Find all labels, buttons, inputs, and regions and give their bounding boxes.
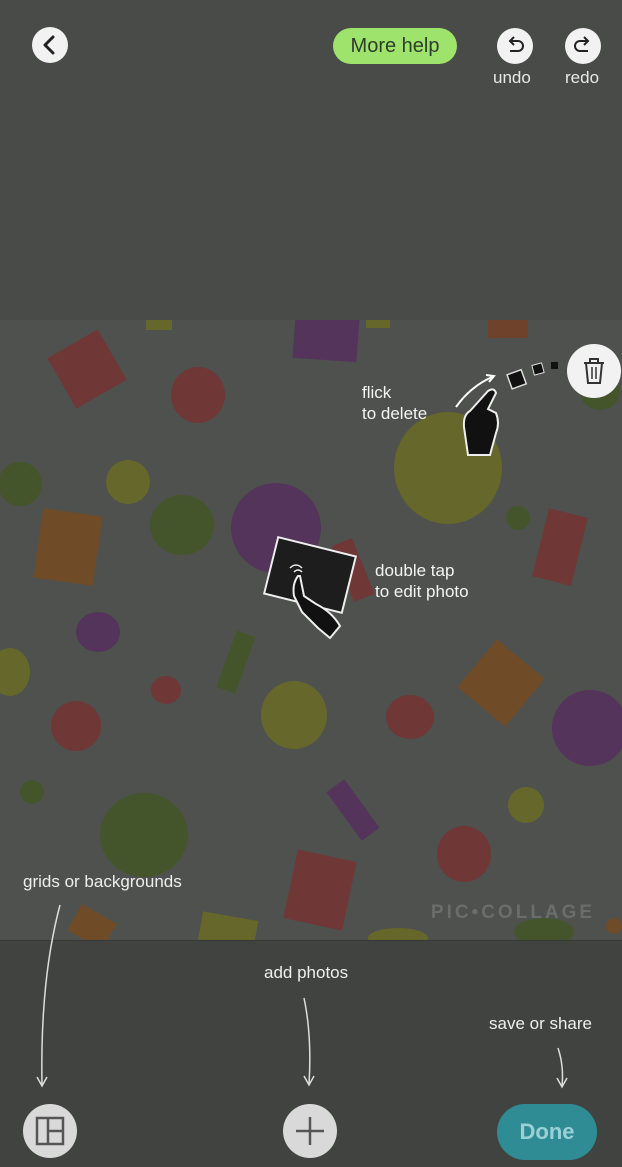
plus-icon [296,1117,324,1145]
redo-button[interactable] [565,28,601,64]
flick-hand-icon [455,362,558,456]
back-arrow-icon [43,35,55,55]
flick-hint-line1: flick [362,383,392,402]
done-button[interactable]: Done [497,1104,597,1160]
trash-button[interactable] [567,344,621,398]
save-share-hint-arrow [556,1047,568,1089]
add-photos-hint-arrow [303,997,315,1087]
save-share-hint-label: save or share [489,1014,592,1033]
add-photos-button[interactable] [283,1104,337,1158]
redo-label: redo [565,68,600,87]
doubletap-hint-line2: to edit photo [375,582,469,601]
back-button[interactable] [32,27,68,63]
double-tap-hand-icon [262,535,358,640]
undo-button[interactable] [497,28,533,64]
flick-hint-line2: to delete [362,404,428,423]
trash-icon [584,358,604,384]
undo-label: undo [493,68,531,87]
grids-hint-arrow [36,904,61,1088]
grids-hint-label: grids or backgrounds [23,872,182,891]
redo-icon [574,36,590,52]
add-photos-hint-label: add photos [264,963,349,982]
grids-button[interactable] [23,1104,77,1158]
pic-collage-watermark: PIC•COLLAGE [430,902,596,923]
more-help-button[interactable]: More help [333,28,457,64]
undo-icon [508,36,524,52]
layout-grid-icon [35,1116,65,1146]
doubletap-hint-line1: double tap [375,561,455,580]
